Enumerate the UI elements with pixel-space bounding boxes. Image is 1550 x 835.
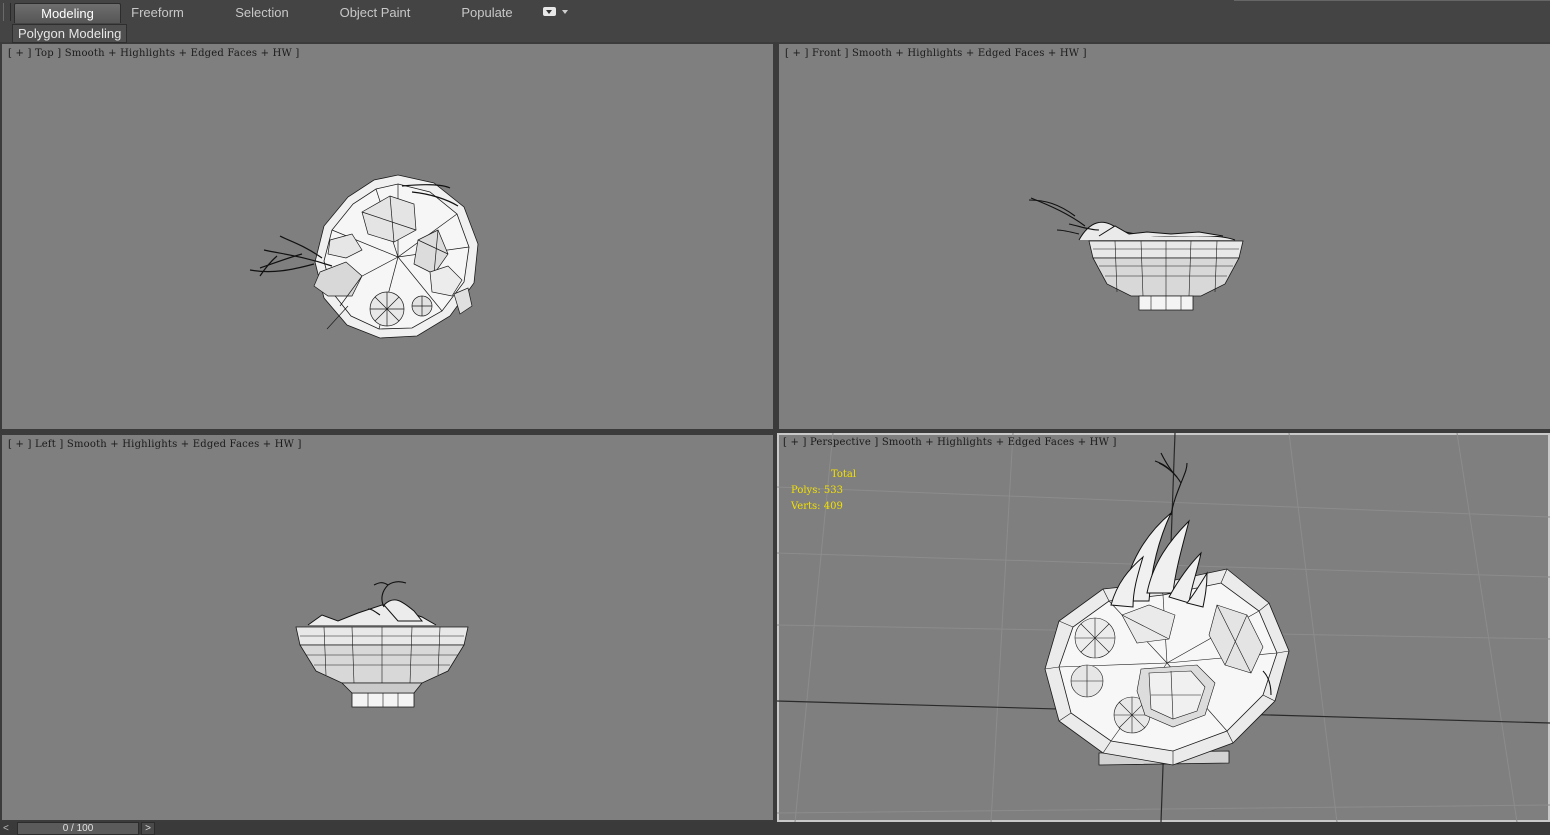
viewport-front[interactable]: [ + ] Front ] Smooth + Highlights + Edge… [779,44,1550,429]
viewport-shading-top[interactable]: Smooth + Highlights + Edged Faces + HW [65,48,292,59]
statistics-overlay: Total Polys: 533 Verts: 409 [791,467,856,515]
stats-title: Total [831,469,857,480]
viewport-name-front[interactable]: Front [812,48,841,59]
viewport-label-top: [ + ] Top ] Smooth + Highlights + Edged … [8,48,300,59]
time-slider-thumb[interactable]: 0 / 100 [17,822,139,835]
tab-populate[interactable]: Populate [451,3,523,22]
divider [1234,0,1550,1]
stats-verts: Verts: 409 [791,501,843,512]
top-view-bowl-model [249,174,479,339]
viewport-menu-plus[interactable]: + [15,439,24,450]
viewport-top[interactable]: [ + ] Top ] Smooth + Highlights + Edged … [2,44,773,429]
viewport-name-perspective[interactable]: Perspective [810,437,871,448]
viewport-menu-plus[interactable]: + [790,437,799,448]
tab-object-paint[interactable]: Object Paint [331,3,419,22]
ribbon-options-icon [543,7,556,16]
left-view-bowl-model [295,581,469,708]
front-view-bowl-model [1028,197,1244,311]
time-slider-next-button[interactable]: > [141,822,155,835]
stats-polys: Polys: 533 [791,485,843,496]
tab-selection[interactable]: Selection [222,3,302,22]
viewport-label-perspective: [ + ] Perspective ] Smooth + Highlights … [783,437,1117,448]
polygon-modeling-panel-button[interactable]: Polygon Modeling [12,24,128,43]
viewport-menu-plus[interactable]: + [792,48,801,59]
time-slider-prev-button[interactable]: < [3,822,15,835]
time-slider-track[interactable] [157,822,1550,835]
ribbon-panel: Polygon Modeling [0,24,1550,43]
ribbon-grip-handle[interactable] [3,3,11,21]
viewport-left[interactable]: [ + ] Left ] Smooth + Highlights + Edged… [2,435,773,820]
tab-modeling[interactable]: Modeling [14,3,121,23]
time-slider-bar: < 0 / 100 > [0,822,1550,835]
perspective-view-scene [777,433,1550,822]
ribbon-tab-bar: Modeling Freeform Selection Object Paint… [0,0,1550,25]
tab-freeform[interactable]: Freeform [119,3,196,22]
viewport-shading-front[interactable]: Smooth + Highlights + Edged Faces + HW [852,48,1079,59]
viewport-name-top[interactable]: Top [35,48,54,59]
viewport-menu-plus[interactable]: + [15,48,24,59]
viewport-shading-left[interactable]: Smooth + Highlights + Edged Faces + HW [67,439,294,450]
viewport-label-left: [ + ] Left ] Smooth + Highlights + Edged… [8,439,302,450]
viewport-name-left[interactable]: Left [35,439,56,450]
chevron-down-icon [562,10,568,14]
viewport-label-front: [ + ] Front ] Smooth + Highlights + Edge… [785,48,1087,59]
viewport-shading-perspective[interactable]: Smooth + Highlights + Edged Faces + HW [882,437,1109,448]
viewport-perspective[interactable]: [ + ] Perspective ] Smooth + Highlights … [777,433,1550,822]
ribbon-options-button[interactable] [543,6,569,18]
